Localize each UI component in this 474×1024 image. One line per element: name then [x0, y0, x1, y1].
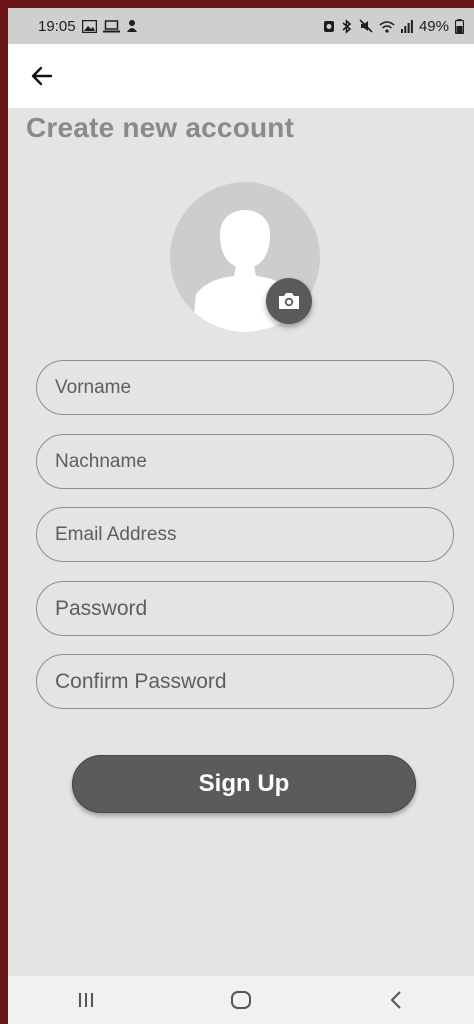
status-left: 19:05 [38, 18, 138, 35]
app-bar [8, 44, 474, 108]
battery-percent: 49% [418, 17, 449, 35]
last-name-input[interactable] [36, 434, 454, 489]
mute-icon [359, 18, 373, 34]
sign-up-button[interactable]: Sign Up [72, 755, 416, 813]
first-name-input[interactable] [36, 360, 454, 415]
arrow-left-icon[interactable] [28, 62, 56, 90]
recent-apps-icon[interactable] [56, 980, 116, 1020]
back-icon[interactable] [366, 980, 426, 1020]
battery-saver-icon [323, 18, 335, 34]
page-title: Create new account [26, 112, 295, 143]
camera-icon[interactable] [266, 278, 312, 324]
app-screen: 19:05 49% Create new account Vorname Nac… [8, 8, 474, 1024]
avatar-picker [170, 182, 320, 332]
gallery-icon [81, 18, 97, 34]
system-nav-bar [8, 976, 474, 1024]
home-icon[interactable] [211, 980, 271, 1020]
email-input[interactable] [36, 507, 454, 562]
status-time: 19:05 [38, 17, 76, 35]
status-bar: 19:05 49% [8, 8, 474, 44]
password-input[interactable] [36, 581, 454, 636]
battery-icon [455, 18, 464, 34]
wifi-icon [379, 18, 395, 34]
signal-icon [400, 18, 413, 34]
status-right: 49% [323, 18, 464, 35]
notification-icon [126, 18, 138, 34]
confirm-password-input[interactable] [36, 654, 454, 709]
laptop-icon [102, 18, 120, 34]
bluetooth-icon [341, 18, 353, 34]
